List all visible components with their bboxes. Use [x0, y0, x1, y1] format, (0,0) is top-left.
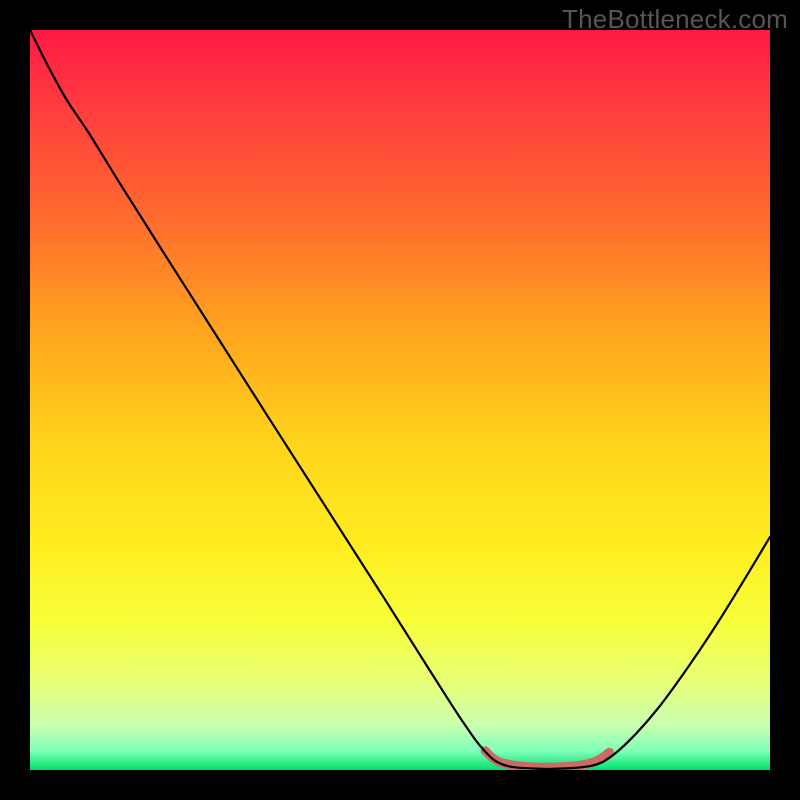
plot-area: [30, 30, 770, 770]
chart-container: TheBottleneck.com: [0, 0, 800, 800]
gradient-background: [30, 30, 770, 770]
plot-svg: [30, 30, 770, 770]
